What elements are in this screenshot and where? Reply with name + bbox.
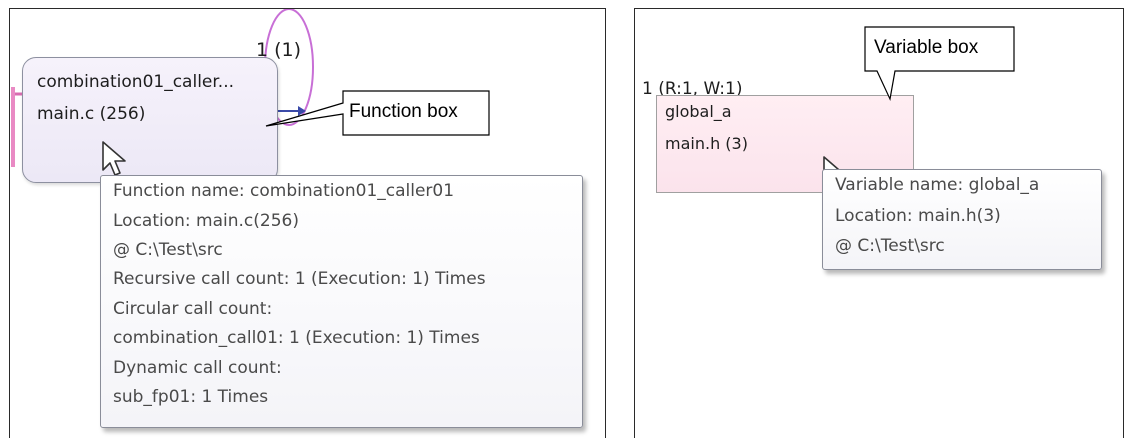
tooltip-line: Circular call count:	[113, 299, 273, 319]
tooltip-line: @ C:\Test\src	[835, 236, 945, 256]
mouse-cursor-icon	[102, 141, 126, 176]
tooltip-line: Recursive call count: 1 (Execution: 1) T…	[113, 269, 486, 289]
tooltip-line: Function name: combination01_caller01	[113, 181, 455, 201]
tooltip-line: @ C:\Test\src	[113, 240, 223, 260]
tooltip-line: Location: main.h(3)	[835, 206, 1001, 226]
function-box-callout: Function box	[349, 101, 458, 122]
variable-tooltip: Variable name: global_a Location: main.h…	[822, 169, 1102, 270]
variable-view-panel: 1 (R:1, W:1) global_a main.h (3) Variabl…	[634, 8, 1124, 438]
function-tooltip: Function name: combination01_caller01 Lo…	[100, 175, 583, 428]
tooltip-line: sub_fp01: 1 Times	[113, 387, 269, 407]
tooltip-line: Location: main.c(256)	[113, 211, 299, 231]
tooltip-line: combination_call01: 1 (Execution: 1) Tim…	[113, 328, 480, 348]
variable-box-callout: Variable box	[874, 37, 979, 58]
function-view-panel: 1 (1) combination01_caller... main.c (25…	[9, 8, 606, 438]
tooltip-line: Variable name: global_a	[835, 175, 1040, 195]
tooltip-line: Dynamic call count:	[113, 358, 282, 378]
